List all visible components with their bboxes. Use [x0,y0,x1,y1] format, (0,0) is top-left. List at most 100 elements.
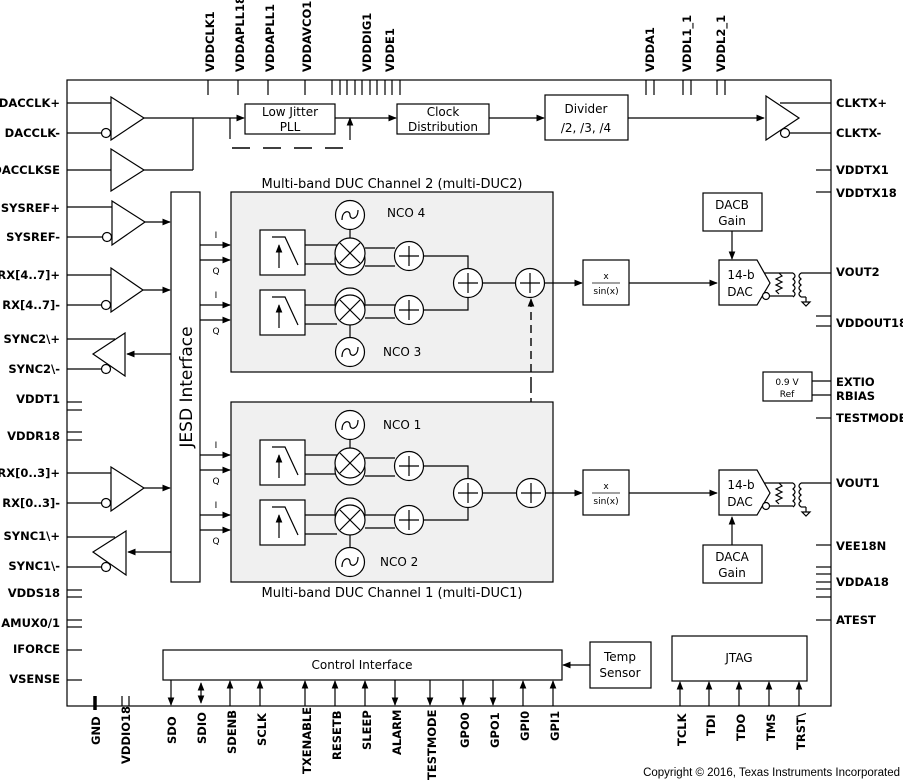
transformer-icon [798,272,802,298]
pin-bottom-9: ALARM [390,710,404,755]
dac-1: 14-b DAC [718,469,831,517]
right-pin-labels: CLKTX+ CLKTX- VDDTX1 VDDTX18 VOUT2 VDDOU… [836,96,903,627]
reference-block: 0.9 V Ref [762,371,831,402]
pin-bottom-17: TDO [734,714,748,741]
q-label: Q [212,537,219,547]
duc1-caption: Multi-band DUC Channel 1 (multi-DUC1) [262,586,523,601]
pin-right-4: VOUT2 [836,265,880,279]
daca-label-1: DACA [715,550,749,564]
nco2-label: NCO 2 [380,555,418,569]
pin-top-6: VDDA1 [643,27,657,72]
dacb-label-1: DACB [715,198,749,212]
pin-top-0: VDDCLK1 [203,11,217,72]
pin-bottom-5: SCLK [255,712,269,746]
pin-right-12: ATEST [836,613,876,627]
dac2-label-1: 14-b [727,268,754,282]
sinc-correction-block-1: x sin(x) [582,469,630,516]
i-label: I [215,441,218,451]
pin-left-4: SYSREF- [6,230,60,244]
clktx-buffer [765,94,831,142]
transformer-icon [798,482,802,508]
pin-top-4: VDDDIG1 [360,13,374,72]
divider-label-2: /2, /3, /4 [561,121,611,135]
pin-top-2: VDDAPLL1 [263,4,277,72]
pin-left-10: VDDR18 [7,429,60,443]
temp-sensor-block: Temp Sensor [589,641,652,689]
rx03-buffer [67,465,171,513]
pin-top-1: VDDAPLL18 [233,0,247,72]
pin-left-5: RX[4..7]+ [0,268,60,282]
dac1-label-1: 14-b [727,478,754,492]
divider-label-1: Divider [565,102,608,116]
pin-right-0: CLKTX+ [836,96,887,110]
duc-channel-1: Multi-band DUC Channel 1 (multi-DUC1) NC… [230,401,554,601]
divider-block: Divider /2, /3, /4 [544,94,629,141]
pin-right-11: VDDA18 [836,575,889,589]
iq-lines-duc2: I Q I Q [200,231,231,337]
pin-left-2: DACCLKSE [0,163,60,177]
pin-bottom-8: SLEEP [360,710,374,750]
pin-bottom-7: RESETB [330,711,344,760]
pin-top-7: VDDL1_1 [680,15,695,72]
sinc-correction-block-2: x sin(x) [582,259,630,306]
pll-label-2: PLL [280,120,301,134]
pin-left-13: SYNC1\+ [3,529,60,543]
pin-bottom-15: TCLK [675,712,689,746]
resistor-icon [774,482,784,505]
pin-left-6: RX[4..7]- [2,298,60,312]
pin-right-5: VDDOUT18 [836,316,903,330]
dacclk-buffer [67,95,231,142]
sinc-numerator: x [603,482,609,492]
pin-right-7: RBIAS [836,389,875,403]
pin-left-0: DACCLK+ [0,96,60,110]
q-label: Q [212,477,219,487]
pin-right-6: EXTIO [836,375,875,389]
pin-left-8: SYNC2\- [8,362,60,376]
pin-right-3: VDDTX18 [836,186,897,200]
pin-right-1: CLKTX- [836,126,881,140]
control-label: Control Interface [312,658,413,672]
pin-left-9: VDDT1 [16,392,60,406]
block-diagram: VDDCLK1 VDDAPLL18 VDDAPLL1 VDDAVCO18 VDD… [0,0,903,780]
dac2-label-2: DAC [727,285,752,299]
sync1-buffer [67,529,171,577]
pin-right-9: VOUT1 [836,476,880,490]
pin-left-3: SYSREF+ [1,201,60,215]
i-label: I [215,501,218,511]
pin-bottom-18: TMS [764,713,778,741]
i-label: I [215,291,218,301]
pin-right-10: VEE18N [836,539,886,553]
sinc-denominator: sin(x) [593,497,618,507]
left-pin-labels: DACCLK+ DACCLK- DACCLKSE SYSREF+ SYSREF-… [0,96,60,686]
ref-label-2: Ref [780,390,795,400]
pin-bottom-16: TDI [704,714,718,736]
sinc-numerator: x [603,272,609,282]
left-pin-ticks [67,401,82,681]
pin-left-16: AMUX0/1 [1,616,60,630]
q-label: Q [212,327,219,337]
top-pin-ticks [207,80,726,95]
jtag-label: JTAG [724,651,752,665]
rx47-buffer [67,266,171,314]
pin-bottom-0: GND [89,716,103,745]
sysref-buffer [67,199,171,247]
sync2-buffer [67,331,171,378]
jesd-label: JESD Interface [177,326,197,448]
duc2-caption: Multi-band DUC Channel 2 (multi-DUC2) [262,177,523,192]
nco1-label: NCO 1 [383,418,421,432]
pin-bottom-3: SDIO [195,712,209,744]
pin-bottom-6: TXENABLE [300,707,314,774]
pin-left-7: SYNC2\+ [3,332,60,346]
duc-channel-2: Multi-band DUC Channel 2 (multi-DUC2) NC… [230,177,554,373]
daca-label-2: Gain [718,566,746,580]
pin-bottom-13: GPI0 [518,711,532,741]
pin-bottom-1: VDDIO18 [119,706,133,764]
iq-lines-duc1: I Q I Q [200,441,231,547]
dacclkse-buffer [67,118,194,193]
q-label: Q [212,267,219,277]
daca-gain-block: DACA Gain [702,544,763,584]
pin-bottom-12: GPO1 [488,712,502,748]
nco4-label: NCO 4 [387,206,425,220]
clock-distribution-block: Clock Distribution [396,103,490,135]
control-interface-block: Control Interface [162,649,563,681]
